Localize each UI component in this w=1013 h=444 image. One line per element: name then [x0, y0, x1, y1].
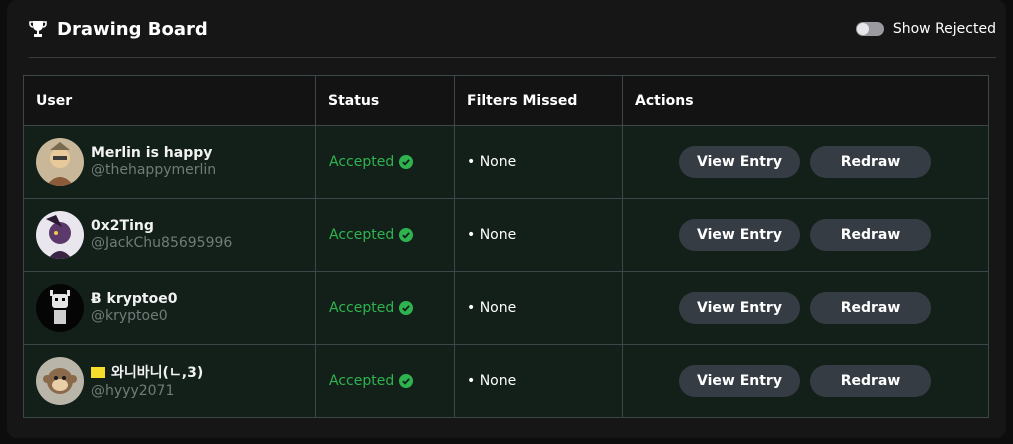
- status-cell: Accepted: [315, 198, 455, 272]
- user-handle[interactable]: @JackChu85695996: [91, 235, 232, 251]
- table-row: 0x2Ting @JackChu85695996 Accepted • None…: [23, 198, 989, 272]
- user-cell: 0x2Ting @JackChu85695996: [23, 198, 316, 272]
- status-text: Accepted: [329, 154, 395, 170]
- user-handle[interactable]: @hyyy2071: [91, 383, 203, 399]
- user-name: Ƀ kryptoe0: [91, 290, 178, 307]
- filters-missed-cell: • None: [454, 198, 623, 272]
- user-handle[interactable]: @thehappymerlin: [91, 162, 216, 178]
- trophy-icon: [29, 20, 47, 38]
- avatar[interactable]: [36, 357, 84, 405]
- user-name: 0x2Ting: [91, 217, 154, 234]
- user-cell: Merlin is happy @thehappymerlin: [23, 125, 316, 199]
- filters-missed-cell: • None: [454, 125, 623, 199]
- actions-cell: View Entry Redraw: [622, 344, 989, 418]
- view-entry-button[interactable]: View Entry: [679, 146, 800, 178]
- redraw-button[interactable]: Redraw: [810, 146, 931, 178]
- yellow-square-icon: [91, 366, 105, 378]
- filters-missed-cell: • None: [454, 344, 623, 418]
- actions-cell: View Entry Redraw: [622, 271, 989, 345]
- show-rejected-label[interactable]: Show Rejected: [893, 21, 996, 37]
- view-entry-button[interactable]: View Entry: [679, 365, 800, 397]
- page-title: Drawing Board: [57, 18, 208, 40]
- table-row: 와니바니(ㄴ,3) @hyyy2071 Accepted • None View…: [23, 344, 989, 418]
- user-name-text: 와니바니(ㄴ,3): [111, 364, 204, 381]
- status-cell: Accepted: [315, 271, 455, 345]
- table-header-row: User Status Filters Missed Actions: [23, 75, 989, 126]
- column-header-status: Status: [315, 75, 455, 126]
- view-entry-button[interactable]: View Entry: [679, 219, 800, 251]
- show-rejected-toggle[interactable]: [855, 22, 884, 36]
- user-cell: 와니바니(ㄴ,3) @hyyy2071: [23, 344, 316, 418]
- show-rejected-toggle-wrap[interactable]: Show Rejected: [855, 21, 996, 37]
- redraw-button[interactable]: Redraw: [810, 219, 931, 251]
- table-row: Merlin is happy @thehappymerlin Accepted…: [23, 125, 989, 199]
- redraw-button[interactable]: Redraw: [810, 292, 931, 324]
- user-handle[interactable]: @kryptoe0: [91, 308, 177, 324]
- actions-cell: View Entry Redraw: [622, 125, 989, 199]
- redraw-button[interactable]: Redraw: [810, 365, 931, 397]
- panel-header: Drawing Board Show Rejected: [29, 14, 996, 44]
- avatar[interactable]: [36, 211, 84, 259]
- status-cell: Accepted: [315, 344, 455, 418]
- toggle-knob: [856, 23, 869, 35]
- user-cell: Ƀ kryptoe0 @kryptoe0: [23, 271, 316, 345]
- status-text: Accepted: [329, 227, 395, 243]
- column-header-actions: Actions: [622, 75, 989, 126]
- check-circle-icon: [399, 374, 414, 388]
- status-cell: Accepted: [315, 125, 455, 199]
- status-text: Accepted: [329, 300, 395, 316]
- table-row: Ƀ kryptoe0 @kryptoe0 Accepted • None Vie…: [23, 271, 989, 345]
- header-divider: [29, 57, 996, 58]
- status-text: Accepted: [329, 373, 395, 389]
- title-wrap: Drawing Board: [29, 19, 208, 40]
- column-header-user: User: [23, 75, 316, 126]
- check-circle-icon: [399, 155, 414, 169]
- avatar[interactable]: [36, 284, 84, 332]
- filters-missed-cell: • None: [454, 271, 623, 345]
- avatar[interactable]: [36, 138, 84, 186]
- column-header-filters-missed: Filters Missed: [454, 75, 623, 126]
- view-entry-button[interactable]: View Entry: [679, 292, 800, 324]
- user-name: 와니바니(ㄴ,3): [91, 362, 203, 382]
- user-name: Merlin is happy: [91, 144, 213, 161]
- check-circle-icon: [399, 301, 414, 315]
- actions-cell: View Entry Redraw: [622, 198, 989, 272]
- entries-table: User Status Filters Missed Actions Merli…: [23, 75, 989, 418]
- check-circle-icon: [399, 228, 414, 242]
